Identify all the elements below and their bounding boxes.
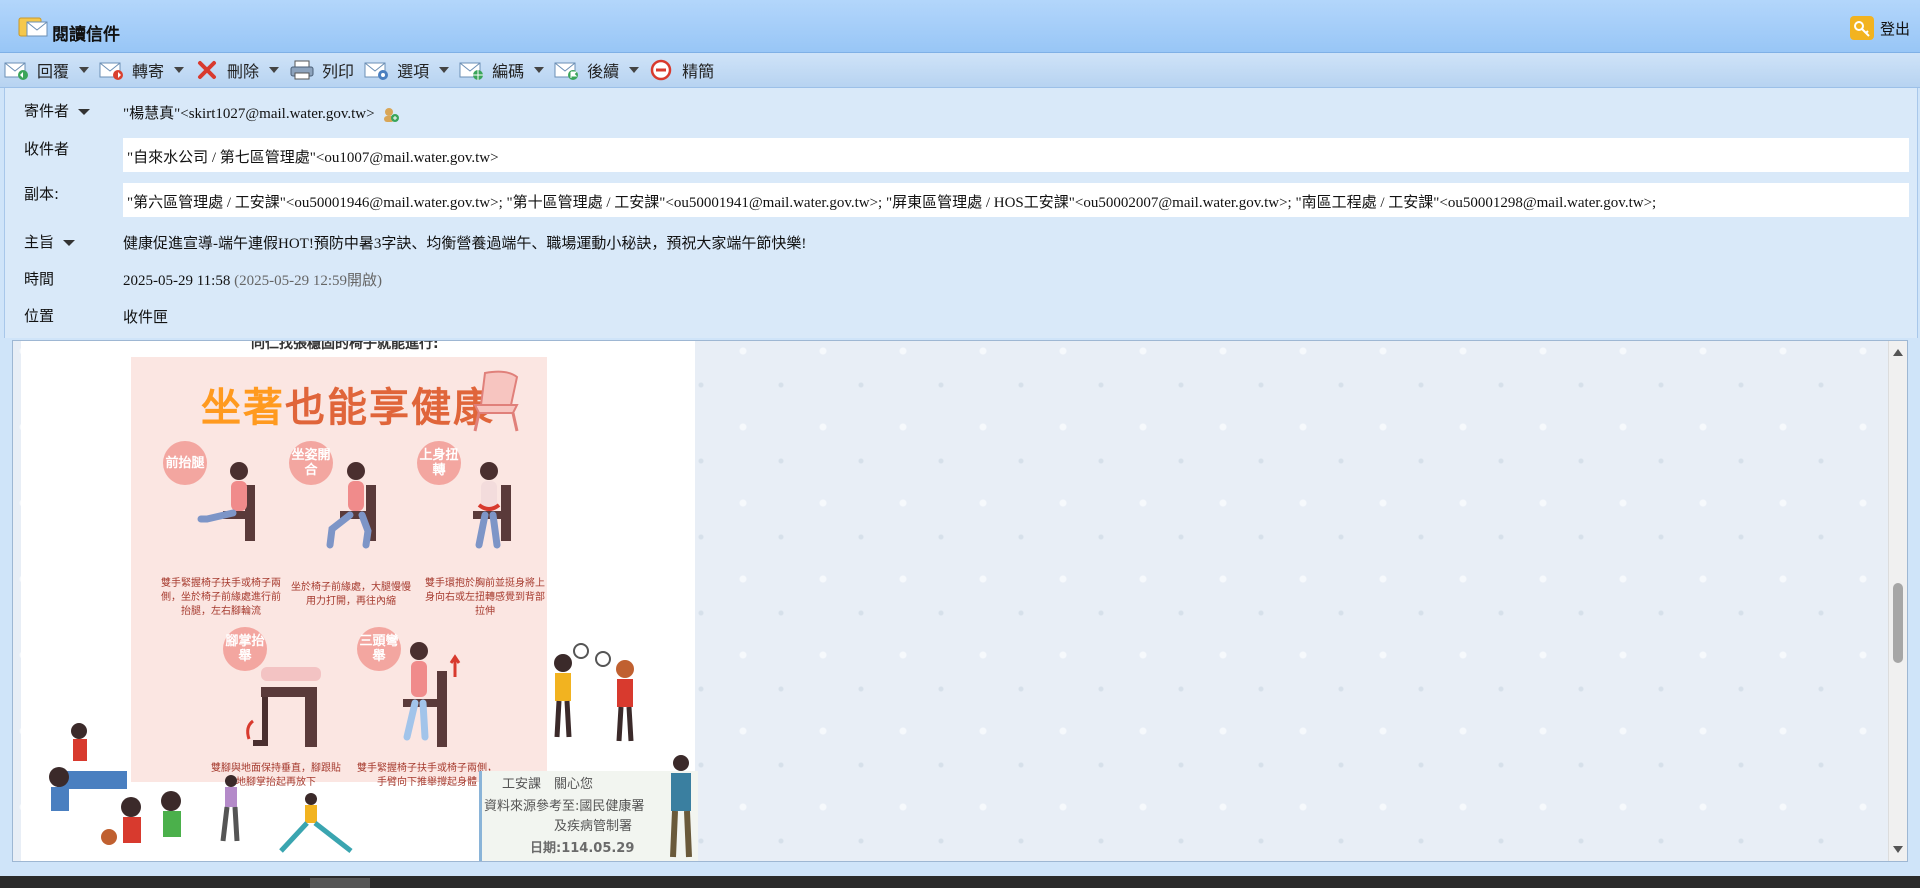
encoding-dropdown-icon[interactable]	[534, 67, 545, 73]
followup-button[interactable]: 後續	[550, 55, 645, 85]
print-button[interactable]: 列印	[285, 55, 360, 85]
followup-label: 後續	[587, 62, 620, 81]
time-value-group: 2025-05-29 11:58 (2025-05-29 12:59開啟)	[123, 269, 382, 290]
time-row: 時間 2025-05-29 11:58 (2025-05-29 12:59開啟)	[5, 268, 1917, 290]
vertical-scrollbar[interactable]	[1888, 341, 1907, 861]
reply-button[interactable]: 回覆	[0, 55, 95, 85]
mail-toolbar: 回覆 轉寄 刪除 列印 選項 編碼 後續 精簡	[0, 53, 1920, 88]
scroll-up-icon[interactable]	[1893, 349, 1903, 356]
poster-title-rest: 也能享健康	[285, 385, 495, 431]
from-address[interactable]: "楊慧真"<skirt1027@mail.water.gov.tw>	[123, 106, 375, 122]
poster-title-emphasis: 坐著	[201, 385, 285, 431]
delete-label: 刪除	[227, 62, 260, 81]
reply-icon	[4, 62, 28, 80]
location-row: 位置 收件匣	[5, 305, 1917, 327]
reply-dropdown-icon[interactable]	[79, 67, 90, 73]
cc-label: 副本:	[24, 185, 60, 203]
poster-title: 坐著也能享健康	[201, 375, 495, 433]
from-label-group[interactable]: 寄件者	[24, 100, 91, 121]
options-dropdown-icon[interactable]	[439, 67, 450, 73]
table-tennis-figures-illustration	[49, 723, 181, 845]
time-value: 2025-05-29 11:58	[123, 273, 231, 289]
minus-circle-icon	[650, 59, 672, 81]
logout-button[interactable]: 登出	[1849, 16, 1910, 40]
message-body-viewport[interactable]: 同仁找張穩固的椅子就能進行: 坐著也能享健康 前抬腿 雙手緊握椅子扶手或椅子兩側…	[12, 340, 1908, 862]
exercise-figure-2	[326, 462, 376, 549]
encoding-label: 編碼	[492, 62, 525, 81]
key-icon	[1849, 16, 1874, 40]
subject-label-group[interactable]: 主旨	[24, 231, 76, 252]
add-contact-icon[interactable]	[382, 107, 400, 123]
logout-label: 登出	[1879, 19, 1910, 38]
subject-dropdown-icon[interactable]	[63, 239, 76, 246]
cc-row: 副本: "第六區管理處 / 工安課"<ou50001946@mail.water…	[5, 183, 1917, 219]
bottom-edge-strip	[0, 876, 1920, 888]
forward-button[interactable]: 轉寄	[95, 55, 190, 85]
exercise-figure-5	[403, 642, 461, 747]
time-opened: (2025-05-29 12:59開啟)	[234, 273, 383, 289]
from-value[interactable]: "楊慧真"<skirt1027@mail.water.gov.tw>	[123, 102, 400, 123]
options-label: 選項	[397, 62, 430, 81]
delete-button[interactable]: 刪除	[190, 55, 285, 85]
simplify-button[interactable]: 精簡	[645, 55, 720, 85]
delete-x-icon	[198, 61, 217, 79]
followup-dropdown-icon[interactable]	[629, 67, 640, 73]
body-caption: 同仁找張穩固的椅子就能進行:	[251, 340, 439, 352]
exercise-caption-1: 雙手緊握椅子扶手或椅子兩側，坐於椅子前緣處進行前抬腿，左右腳輪流	[161, 578, 281, 617]
delete-dropdown-icon[interactable]	[269, 67, 280, 73]
cc-value[interactable]: "第六區管理處 / 工安課"<ou50001946@mail.water.gov…	[127, 191, 1656, 212]
to-field: "自來水公司 / 第七區管理處"<ou1007@mail.water.gov.t…	[123, 138, 1909, 172]
subject-value: 健康促進宣導-端午連假HOT!預防中暑3字訣、均衡營養過端午、職場運動小秘訣，預…	[123, 236, 807, 252]
options-mail-icon	[364, 62, 389, 80]
exercise-caption-3: 雙手環抱於胸前並挺身將上身向右或左扭轉感覺到背部拉伸	[425, 578, 545, 617]
bottom-edge-segment	[310, 878, 370, 888]
mail-folder-icon	[18, 17, 48, 37]
scroll-down-icon[interactable]	[1893, 846, 1903, 853]
forward-dropdown-icon[interactable]	[174, 67, 185, 73]
credit-line-4: 日期:114.05.29	[530, 841, 635, 856]
options-button[interactable]: 選項	[360, 55, 455, 85]
encoding-globe-icon	[459, 62, 484, 80]
from-label: 寄件者	[24, 102, 70, 120]
print-label: 列印	[322, 62, 355, 81]
message-header: 寄件者 "楊慧真"<skirt1027@mail.water.gov.tw> 收…	[4, 88, 1918, 338]
email-body: 同仁找張穩固的椅子就能進行: 坐著也能享健康 前抬腿 雙手緊握椅子扶手或椅子兩側…	[21, 340, 698, 861]
exercise-figure-3	[473, 462, 511, 549]
exercise-caption-5: 雙手緊握椅子扶手或椅子兩側，手臂向下推舉撐起身體	[357, 763, 497, 788]
followup-flag-icon	[554, 62, 579, 80]
chair-icon	[473, 370, 519, 432]
credit-line-2: 資料來源參考至:國民健康署	[484, 799, 645, 814]
to-label: 收件者	[24, 140, 70, 158]
encoding-button[interactable]: 編碼	[455, 55, 550, 85]
window-titlebar: 閱讀信件 登出	[0, 0, 1920, 53]
window-title: 閱讀信件	[52, 25, 120, 45]
cc-field: "第六區管理處 / 工安課"<ou50001946@mail.water.gov…	[123, 183, 1909, 217]
cyclist-figure-illustration	[670, 755, 692, 858]
subject-row: 主旨 健康促進宣導-端午連假HOT!預防中暑3字訣、均衡營養過端午、職場運動小秘…	[5, 231, 1917, 253]
exercise-figure-4	[246, 667, 321, 747]
scrollbar-thumb[interactable]	[1893, 583, 1903, 663]
badminton-kids-illustration	[554, 643, 634, 742]
forward-label: 轉寄	[132, 62, 165, 81]
printer-icon	[290, 60, 314, 80]
credit-line-3: 及疾病管制署	[554, 819, 633, 834]
to-value[interactable]: "自來水公司 / 第七區管理處"<ou1007@mail.water.gov.t…	[127, 146, 499, 167]
subject-label: 主旨	[24, 233, 55, 251]
exercise-figure-1	[197, 462, 255, 541]
location-label: 位置	[24, 307, 55, 325]
from-row: 寄件者 "楊慧真"<skirt1027@mail.water.gov.tw>	[5, 100, 1917, 122]
time-label: 時間	[24, 270, 55, 288]
from-dropdown-icon[interactable]	[78, 108, 91, 115]
exercise-caption-2: 坐於椅子前緣處，大腿慢慢用力打開，再往內縮	[291, 582, 411, 607]
forward-icon	[99, 62, 124, 80]
exercising-figures-illustration	[220, 775, 353, 853]
simplify-label: 精簡	[682, 62, 715, 81]
reply-label: 回覆	[37, 62, 70, 81]
location-value: 收件匣	[123, 310, 169, 326]
to-row: 收件者 "自來水公司 / 第七區管理處"<ou1007@mail.water.g…	[5, 138, 1917, 174]
credit-line-1: 工安課 關心您	[502, 777, 594, 792]
